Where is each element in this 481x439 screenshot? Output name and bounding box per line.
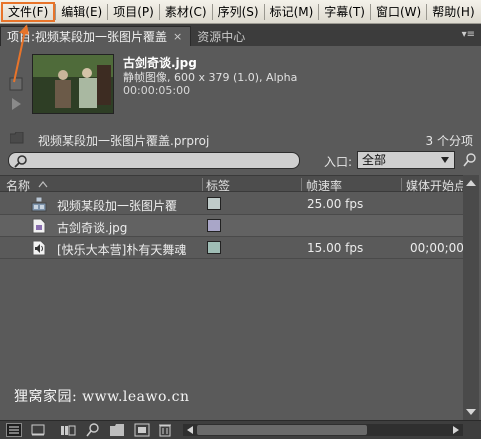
scroll-right-icon[interactable] xyxy=(451,425,461,435)
item-name: [快乐大本营]朴有天舞魂 xyxy=(57,243,187,257)
column-frame-rate[interactable]: 帧速率 xyxy=(306,177,342,194)
column-divider[interactable] xyxy=(202,178,203,191)
menu-marker[interactable]: 标记(M) xyxy=(265,2,319,22)
menu-window[interactable]: 窗口(W) xyxy=(371,2,426,22)
clip-type: 静帧图像, 600 x 379 (1.0), Alpha xyxy=(123,71,298,84)
folder-icon xyxy=(10,132,24,144)
column-label[interactable]: 标签 xyxy=(206,177,230,194)
panel-menu-icon[interactable]: ▾≡ xyxy=(462,29,475,40)
search-input[interactable] xyxy=(8,152,300,169)
label-swatch[interactable] xyxy=(207,241,221,254)
column-divider[interactable] xyxy=(301,178,302,191)
bottom-toolbar xyxy=(0,420,481,439)
column-header: 名称 标签 帧速率 媒体开始点 xyxy=(0,175,463,194)
vertical-scrollbar[interactable] xyxy=(463,175,479,420)
item-frame-rate: 25.00 fps xyxy=(307,197,364,211)
project-info-row: 视频某段加一张图片覆盖.prproj 3 个分项 xyxy=(0,130,481,148)
icon-view-icon[interactable] xyxy=(31,423,45,437)
column-divider[interactable] xyxy=(401,178,402,191)
item-name: 视频某段加一张图片覆 xyxy=(57,199,178,213)
thumbnail-image xyxy=(33,55,113,113)
item-count: 3 个分项 xyxy=(425,134,473,148)
label-swatch[interactable] xyxy=(207,219,221,232)
preview-controls xyxy=(8,74,24,114)
menu-clip[interactable]: 素材(C) xyxy=(160,2,212,22)
sort-up-icon[interactable] xyxy=(38,180,48,188)
list-item[interactable]: 视频某段加一张图片覆 25.00 fps xyxy=(0,193,463,215)
column-name[interactable]: 名称 xyxy=(6,177,30,194)
column-media-start[interactable]: 媒体开始点 xyxy=(406,177,463,194)
menu-title[interactable]: 字幕(T) xyxy=(319,2,370,22)
audio-file-icon xyxy=(32,240,46,256)
tab-resource-center[interactable]: 资源中心 xyxy=(191,26,253,46)
tab-resource-label: 资源中心 xyxy=(197,29,246,44)
watermark-text: 狸窝家园: www.leawo.cn xyxy=(14,389,190,405)
find-icon[interactable] xyxy=(463,152,477,168)
preview-thumbnail xyxy=(32,54,114,114)
play-icon xyxy=(12,98,21,110)
in-select-value: 全部 xyxy=(362,153,387,167)
in-label: 入口: xyxy=(324,155,353,169)
panel-tab-bar: 项目:视频某段加一张图片覆盖 × 资源中心 ▾≡ xyxy=(0,24,481,46)
new-bin-icon[interactable] xyxy=(109,423,125,437)
list-item[interactable]: [快乐大本营]朴有天舞魂 15.00 fps 00;00;00;0 xyxy=(0,237,476,259)
project-item-list: 视频某段加一张图片覆 25.00 fps 古剑奇谈.jpg [快乐大本营]朴有天… xyxy=(0,193,476,259)
project-file-name: 视频某段加一张图片覆盖.prproj xyxy=(38,134,210,148)
find-icon[interactable] xyxy=(86,423,100,437)
automate-to-sequence-icon[interactable] xyxy=(60,423,76,437)
menu-help[interactable]: 帮助(H) xyxy=(427,2,479,22)
chevron-down-icon xyxy=(441,157,449,163)
scroll-left-icon[interactable] xyxy=(185,425,195,435)
menu-project[interactable]: 项目(P) xyxy=(108,2,159,22)
new-item-icon[interactable] xyxy=(134,423,150,437)
image-file-icon xyxy=(32,218,46,234)
menu-bar: 文件(F) 编辑(E) 项目(P) 素材(C) 序列(S) 标记(M) 字幕(T… xyxy=(0,0,481,24)
horizontal-scrollbar[interactable] xyxy=(183,424,463,436)
list-item[interactable]: 古剑奇谈.jpg xyxy=(0,215,463,237)
label-swatch[interactable] xyxy=(207,197,221,210)
menu-edit[interactable]: 编辑(E) xyxy=(56,2,107,22)
trash-icon[interactable] xyxy=(158,423,172,437)
menu-sequence[interactable]: 序列(S) xyxy=(213,2,264,22)
clip-duration: 00:00:05:00 xyxy=(123,84,191,97)
tab-project-label: 项目:视频某段加一张图片覆盖 xyxy=(7,30,168,44)
scrollbar-thumb[interactable] xyxy=(197,425,367,435)
close-icon[interactable]: × xyxy=(173,30,182,43)
scroll-up-icon[interactable] xyxy=(465,177,477,189)
item-name: 古剑奇谈.jpg xyxy=(57,221,128,235)
poster-frame-icon[interactable] xyxy=(8,74,24,114)
sequence-icon xyxy=(31,196,47,212)
in-select[interactable]: 全部 xyxy=(357,151,455,169)
item-frame-rate: 15.00 fps xyxy=(307,241,364,255)
list-view-icon[interactable] xyxy=(6,423,22,437)
tab-project[interactable]: 项目:视频某段加一张图片覆盖 × xyxy=(0,26,192,46)
menu-file[interactable]: 文件(F) xyxy=(1,1,56,22)
scroll-down-icon[interactable] xyxy=(465,406,477,418)
search-icon xyxy=(14,155,27,168)
